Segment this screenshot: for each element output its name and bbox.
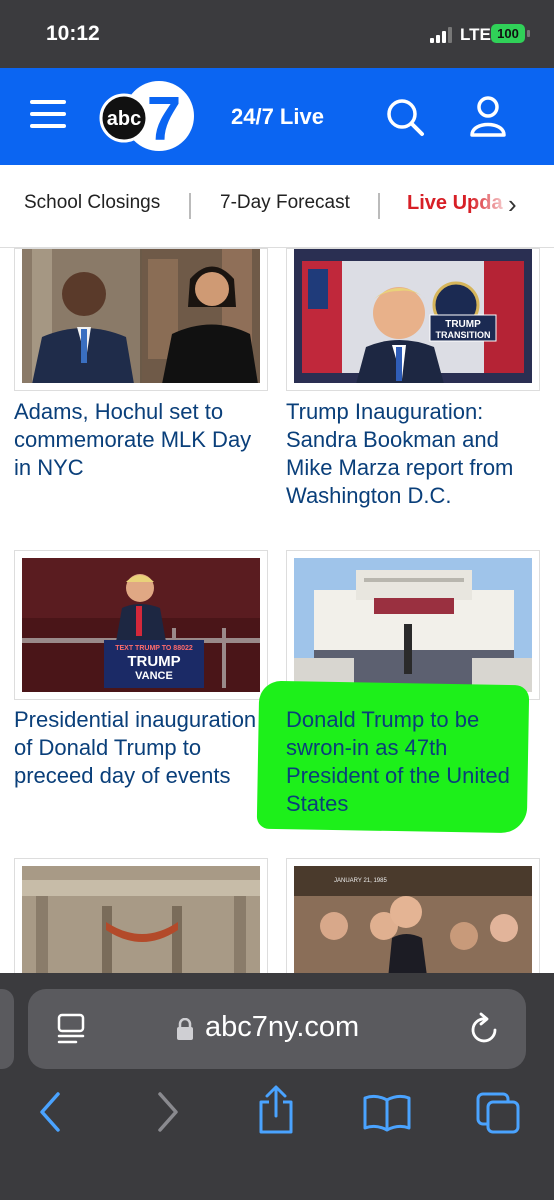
live-stream-link[interactable]: 24/7 Live	[231, 104, 324, 130]
cell-signal-icon	[430, 27, 454, 43]
seal-caption-2: TRANSITION	[436, 330, 491, 340]
podium-sign-text: TEXT TRUMP TO 88022	[115, 645, 193, 652]
nav-divider	[189, 193, 191, 219]
user-icon[interactable]	[468, 95, 508, 137]
bookmarks-icon[interactable]	[362, 1094, 412, 1137]
nav-divider	[378, 193, 380, 219]
search-icon[interactable]	[385, 97, 425, 137]
network-type: LTE	[460, 25, 491, 44]
back-icon[interactable]	[36, 1090, 66, 1139]
article-image-trump-vance-rally[interactable]: TEXT TRUMP TO 88022 TRUMP VANCE	[14, 550, 268, 700]
article-headline[interactable]: Presidential inauguration of Donald Trum…	[14, 706, 269, 790]
abc7-logo[interactable]: abc 7	[98, 78, 196, 154]
reader-mode-icon[interactable]	[56, 1013, 86, 1045]
lock-icon	[176, 1017, 194, 1040]
logo-number: 7	[147, 85, 181, 154]
article-image-adams-hochul[interactable]	[14, 248, 268, 391]
logo-abc-text: abc	[107, 108, 141, 130]
article-headline[interactable]: Adams, Hochul set to commemorate MLK Day…	[14, 398, 264, 482]
status-time: 10:12	[46, 22, 100, 45]
podium-sign-vance: VANCE	[135, 670, 173, 682]
battery-tip	[527, 30, 530, 37]
previous-tab-peek[interactable]	[0, 989, 14, 1069]
photo-caption: JANUARY 21, 1985	[334, 878, 387, 884]
article-image-capitol[interactable]	[286, 550, 540, 700]
url-text[interactable]: abc7ny.com	[205, 1011, 359, 1044]
forward-icon[interactable]	[152, 1090, 182, 1139]
status-bar: 10:12 LTE 100	[0, 0, 554, 68]
article-headline-highlighted[interactable]: Donald Trump to be swron-in as 47th Pres…	[286, 706, 541, 818]
nav-7-day-forecast[interactable]: 7-Day Forecast	[220, 192, 350, 214]
reload-icon[interactable]	[469, 1012, 501, 1046]
chevron-right-icon[interactable]: ›	[508, 189, 517, 220]
article-image-trump-transition[interactable]: TRUMP TRANSITION	[286, 248, 540, 391]
nav-school-closings[interactable]: School Closings	[24, 192, 160, 214]
tabs-icon[interactable]	[474, 1090, 522, 1141]
section-nav: School Closings 7-Day Forecast Live Upda…	[0, 165, 554, 248]
article-headline[interactable]: Trump Inauguration: Sandra Bookman and M…	[286, 398, 548, 510]
battery-indicator: 100	[491, 24, 525, 43]
seal-caption: TRUMP	[445, 319, 481, 330]
share-icon[interactable]	[256, 1084, 296, 1141]
podium-sign-trump: TRUMP	[127, 653, 180, 670]
hamburger-menu-icon[interactable]	[30, 98, 66, 130]
